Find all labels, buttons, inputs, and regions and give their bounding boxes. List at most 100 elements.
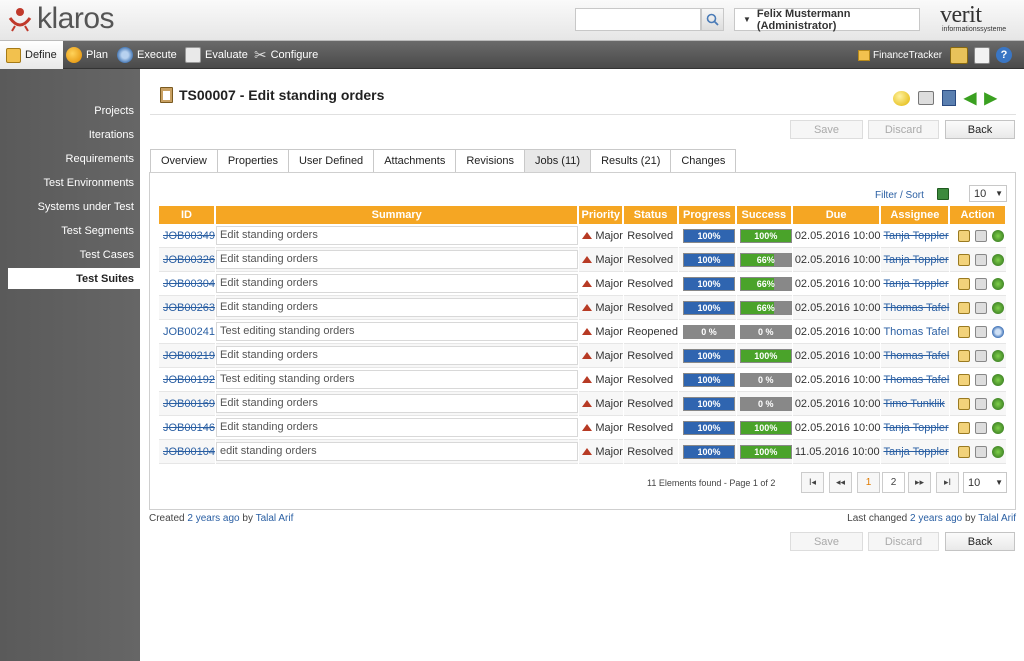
bookmark-icon[interactable]	[942, 90, 956, 106]
job-id-link[interactable]: JOB00349	[163, 230, 215, 242]
next-arrow-icon[interactable]: ▶	[984, 88, 996, 108]
discard-button-bottom[interactable]: Discard	[868, 532, 939, 551]
job-assignee-link[interactable]: Tanja Toppler	[883, 422, 948, 434]
search-button[interactable]	[701, 8, 724, 31]
job-assignee-link[interactable]: Tanja Toppler	[883, 446, 948, 458]
job-id-link[interactable]: JOB00146	[163, 422, 215, 434]
user-dropdown[interactable]: ▼ Felix Mustermann (Administrator)	[734, 8, 920, 32]
col-due[interactable]: Due	[792, 206, 881, 224]
job-id-link[interactable]: JOB00104	[163, 446, 215, 458]
filter-sort-link[interactable]: Filter / Sort	[875, 190, 924, 201]
print-icon[interactable]	[975, 325, 988, 338]
pager-last-button[interactable]: ▸I	[936, 472, 959, 493]
search-input[interactable]	[575, 8, 701, 31]
switch-user-icon[interactable]	[950, 46, 968, 64]
sidebar-item-iterations[interactable]: Iterations	[89, 129, 134, 141]
klaros-logo[interactable]: klaros	[7, 2, 115, 35]
print-icon[interactable]	[975, 373, 988, 386]
col-progress[interactable]: Progress	[678, 206, 736, 224]
print-icon[interactable]	[975, 349, 988, 362]
edit-icon[interactable]	[958, 301, 971, 314]
edit-icon[interactable]	[958, 253, 971, 266]
pager-page-1[interactable]: 1	[857, 472, 880, 493]
col-summary[interactable]: Summary	[215, 206, 579, 224]
save-button-top[interactable]: Save	[790, 120, 863, 139]
execute-done-icon[interactable]	[992, 277, 1005, 290]
print-icon[interactable]	[975, 229, 988, 242]
job-assignee-link[interactable]: Tanja Toppler	[883, 254, 948, 266]
page-size-select-top[interactable]: 10 ▼	[969, 185, 1007, 202]
back-button-bottom[interactable]: Back	[945, 532, 1015, 551]
print-icon[interactable]	[975, 277, 988, 290]
sidebar-item-test-environments[interactable]: Test Environments	[44, 177, 134, 189]
job-id-link[interactable]: JOB00219	[163, 350, 215, 362]
previous-arrow-icon[interactable]: ◀	[964, 88, 976, 108]
execute-done-icon[interactable]	[992, 229, 1005, 242]
job-id-link[interactable]: JOB00169	[163, 398, 215, 410]
col-id[interactable]: ID	[159, 206, 215, 224]
pager-next-button[interactable]: ▸▸	[908, 472, 931, 493]
job-assignee-link[interactable]: Thomas Tafel	[883, 374, 949, 386]
execute-gear-icon[interactable]	[992, 325, 1005, 338]
job-assignee-link[interactable]: Tanja Toppler	[883, 230, 948, 242]
job-id-link[interactable]: JOB00263	[163, 302, 215, 314]
execute-done-icon[interactable]	[992, 445, 1005, 458]
tab-user-defined[interactable]: User Defined	[287, 149, 375, 172]
print-icon[interactable]	[975, 421, 988, 434]
job-assignee-link[interactable]: Thomas Tafel	[883, 350, 949, 362]
print-icon[interactable]	[975, 397, 988, 410]
pager-page-2[interactable]: 2	[882, 472, 905, 493]
save-button-bottom[interactable]: Save	[790, 532, 863, 551]
col-assignee[interactable]: Assignee	[881, 206, 950, 224]
tab-properties[interactable]: Properties	[216, 149, 289, 172]
nav-evaluate[interactable]: Evaluate	[185, 41, 248, 69]
job-assignee-link[interactable]: Timo Tunklik	[883, 398, 944, 410]
edit-icon[interactable]	[958, 229, 971, 242]
project-selector[interactable]: FinanceTracker	[858, 45, 942, 65]
sidebar-item-test-cases[interactable]: Test Cases	[80, 249, 134, 261]
job-id-link[interactable]: JOB00326	[163, 254, 215, 266]
page-size-select-bottom[interactable]: 10 ▼	[963, 472, 1007, 493]
job-id-link[interactable]: JOB00192	[163, 374, 215, 386]
execute-done-icon[interactable]	[992, 397, 1005, 410]
sidebar-item-projects[interactable]: Projects	[94, 105, 134, 117]
job-assignee-link[interactable]: Thomas Tafel	[883, 326, 949, 338]
nav-execute[interactable]: Execute	[117, 41, 177, 69]
tab-overview[interactable]: Overview	[150, 149, 218, 172]
nav-plan[interactable]: Plan	[66, 41, 108, 69]
sidebar-item-test-suites[interactable]: Test Suites	[8, 268, 140, 289]
job-id-link[interactable]: JOB00304	[163, 278, 215, 290]
edit-icon[interactable]	[958, 445, 971, 458]
print-icon[interactable]	[918, 91, 934, 105]
job-assignee-link[interactable]: Thomas Tafel	[883, 302, 949, 314]
pager-prev-button[interactable]: ◂◂	[829, 472, 852, 493]
nav-configure[interactable]: ✂ Configure	[254, 41, 318, 69]
sidebar-item-test-segments[interactable]: Test Segments	[61, 225, 134, 237]
edit-icon[interactable]	[958, 397, 971, 410]
tab-revisions[interactable]: Revisions	[455, 149, 526, 172]
edit-icon[interactable]	[958, 277, 971, 290]
edit-icon[interactable]	[958, 373, 971, 386]
nav-define[interactable]: Define	[0, 41, 63, 69]
created-by-link[interactable]: Talal Arif	[256, 513, 294, 524]
edit-icon[interactable]	[958, 421, 971, 434]
execute-done-icon[interactable]	[992, 421, 1005, 434]
back-button-top[interactable]: Back	[945, 120, 1015, 139]
job-id-link[interactable]: JOB00241	[163, 326, 215, 338]
col-priority[interactable]: Priority	[579, 206, 624, 224]
sidebar-item-requirements[interactable]: Requirements	[66, 153, 134, 165]
tab-results[interactable]: Results (21)	[590, 149, 672, 172]
timer-icon[interactable]	[974, 46, 990, 64]
changed-when-link[interactable]: 2 years ago	[910, 513, 962, 524]
created-when-link[interactable]: 2 years ago	[187, 513, 239, 524]
col-status[interactable]: Status	[624, 206, 678, 224]
execute-done-icon[interactable]	[992, 349, 1005, 362]
discard-button-top[interactable]: Discard	[868, 120, 939, 139]
sidebar-item-systems-under-test[interactable]: Systems under Test	[38, 201, 134, 213]
changed-by-link[interactable]: Talal Arif	[978, 513, 1016, 524]
execute-done-icon[interactable]	[992, 301, 1005, 314]
excel-export-icon[interactable]	[937, 188, 949, 200]
pager-first-button[interactable]: I◂	[801, 472, 824, 493]
execute-suite-icon[interactable]	[893, 90, 910, 106]
execute-done-icon[interactable]	[992, 373, 1005, 386]
